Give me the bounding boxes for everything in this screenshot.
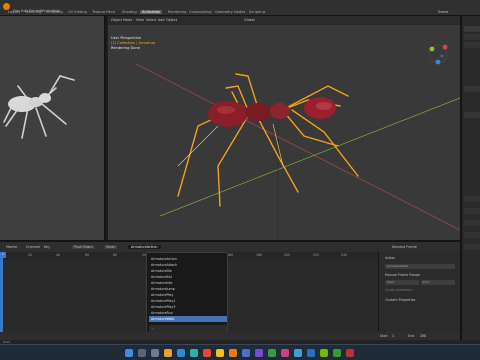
menu-channel[interactable]: Channel bbox=[26, 245, 40, 249]
menu-key[interactable]: Key bbox=[44, 245, 50, 249]
transform-orientation[interactable]: Global bbox=[244, 18, 255, 22]
store-icon[interactable] bbox=[190, 349, 198, 357]
edge-icon[interactable] bbox=[177, 349, 185, 357]
viewport-overlay-info: User Perspective (1) Collection | Armatu… bbox=[111, 36, 155, 51]
menu-select[interactable]: Select bbox=[146, 18, 156, 22]
viewport-header: Object Mode View Select Add Object Globa… bbox=[108, 16, 460, 25]
white-ant-model bbox=[3, 75, 75, 139]
start-frame-label: Start bbox=[380, 334, 388, 338]
action-editor-header: Marker Channel Key Push Down Stash Armat… bbox=[0, 242, 460, 252]
menu-marker[interactable]: Marker bbox=[6, 245, 18, 249]
ant-model bbox=[177, 73, 359, 207]
blender-logo-icon[interactable] bbox=[3, 3, 10, 10]
tab-uv-editing[interactable]: UV Editing bbox=[68, 10, 87, 14]
frame-label: 40 bbox=[56, 253, 61, 257]
tab-modeling[interactable]: Modeling bbox=[25, 10, 41, 14]
blender-taskbar-icon[interactable] bbox=[229, 349, 237, 357]
tab-animation[interactable]: Animation bbox=[140, 10, 163, 14]
stash-button[interactable]: Stash bbox=[104, 245, 118, 249]
action-name-field[interactable]: ArmatureWalk bbox=[385, 264, 455, 269]
outliner-row[interactable] bbox=[464, 34, 480, 40]
frame-label: 220 bbox=[313, 253, 320, 257]
tab-texture-paint[interactable]: Texture Paint bbox=[92, 10, 115, 14]
tab-shading[interactable]: Shading bbox=[122, 10, 137, 14]
search-icon[interactable] bbox=[138, 349, 146, 357]
start-frame-field[interactable]: 1 bbox=[392, 334, 394, 338]
tab-compositing[interactable]: Compositing bbox=[189, 10, 212, 14]
snapping-selector[interactable]: Nearest Frame bbox=[392, 245, 417, 249]
frame-label: 200 bbox=[284, 253, 291, 257]
cyclic-checkbox[interactable]: Cyclic Animation bbox=[385, 288, 413, 292]
push-down-button[interactable]: Push Down bbox=[72, 245, 95, 249]
mode-selector[interactable]: Object Mode bbox=[111, 18, 132, 22]
properties-row[interactable] bbox=[464, 220, 480, 226]
manual-range-checkbox[interactable]: Manual Frame Range bbox=[385, 273, 420, 277]
frame-label: 60 bbox=[85, 253, 90, 257]
outliner-row[interactable] bbox=[464, 42, 480, 48]
app-icon[interactable] bbox=[281, 349, 289, 357]
tab-scripting[interactable]: Scripting bbox=[249, 10, 265, 14]
properties-row[interactable] bbox=[464, 196, 480, 202]
app-icon[interactable] bbox=[333, 349, 341, 357]
properties-row[interactable] bbox=[464, 86, 480, 92]
scene-selector[interactable]: Scene bbox=[438, 10, 448, 14]
nvidia-icon[interactable] bbox=[320, 349, 328, 357]
end-frame-label: End bbox=[408, 334, 415, 338]
outliner-row[interactable] bbox=[464, 26, 480, 32]
frame-label: 20 bbox=[28, 253, 33, 257]
frame-label: 80 bbox=[113, 253, 118, 257]
3d-viewport[interactable]: Object Mode View Select Add Object Globa… bbox=[108, 16, 460, 240]
app-icon[interactable] bbox=[203, 349, 211, 357]
tab-rendering[interactable]: Rendering bbox=[168, 10, 186, 14]
current-frame-indicator[interactable]: 1 bbox=[0, 252, 6, 258]
frame-label: 180 bbox=[256, 253, 263, 257]
tab-sculpting[interactable]: Sculpting bbox=[46, 10, 63, 14]
x-axis-line bbox=[135, 63, 460, 231]
menu-add[interactable]: Add bbox=[158, 18, 165, 22]
properties-row[interactable] bbox=[464, 112, 480, 118]
start-icon[interactable] bbox=[125, 349, 133, 357]
custom-properties-header[interactable]: Custom Properties bbox=[385, 298, 415, 302]
tab-layout[interactable]: Layout bbox=[8, 10, 20, 14]
task-view-icon[interactable] bbox=[151, 349, 159, 357]
app-icon[interactable] bbox=[216, 349, 224, 357]
windows-taskbar bbox=[0, 344, 480, 360]
app-icon[interactable] bbox=[255, 349, 263, 357]
app-icon[interactable] bbox=[346, 349, 354, 357]
action-properties-panel: Action ArmatureWalk Manual Frame Range S… bbox=[378, 252, 460, 332]
properties-row[interactable] bbox=[464, 244, 480, 250]
properties-row[interactable] bbox=[464, 232, 480, 238]
viewport-scene bbox=[135, 44, 460, 240]
app-icon[interactable] bbox=[307, 349, 315, 357]
start-field[interactable]: Start bbox=[385, 280, 419, 285]
menu-view[interactable]: View bbox=[136, 18, 144, 22]
workspace-tabs: Layout Modeling Sculpting UV Editing Tex… bbox=[8, 10, 278, 15]
action-dropdown-menu: ArmatureAction ArmatureAttack ArmatureDi… bbox=[146, 252, 228, 336]
end-field[interactable]: End bbox=[421, 280, 455, 285]
render-status-label: Rendering Done bbox=[111, 46, 140, 50]
menu-object[interactable]: Object bbox=[166, 18, 177, 22]
properties-row[interactable] bbox=[464, 208, 480, 214]
properties-panel[interactable] bbox=[460, 16, 480, 346]
playback-controls: Start 1 End 250 bbox=[0, 332, 460, 340]
playhead[interactable] bbox=[0, 252, 3, 332]
app-icon[interactable] bbox=[242, 349, 250, 357]
action-option-selected[interactable]: ArmatureWalk bbox=[149, 316, 227, 322]
action-selector[interactable]: ArmatureAction bbox=[128, 245, 161, 249]
frame-label: 240 bbox=[341, 253, 348, 257]
left-viewport[interactable] bbox=[0, 16, 106, 240]
tab-geometry-nodes[interactable]: Geometry Nodes bbox=[215, 10, 245, 14]
navigation-gizmo bbox=[428, 44, 448, 65]
app-icon[interactable] bbox=[294, 349, 302, 357]
action-section-header[interactable]: Action bbox=[385, 256, 395, 260]
explorer-icon[interactable] bbox=[164, 349, 172, 357]
end-frame-field[interactable]: 250 bbox=[420, 334, 426, 338]
app-icon[interactable] bbox=[268, 349, 276, 357]
